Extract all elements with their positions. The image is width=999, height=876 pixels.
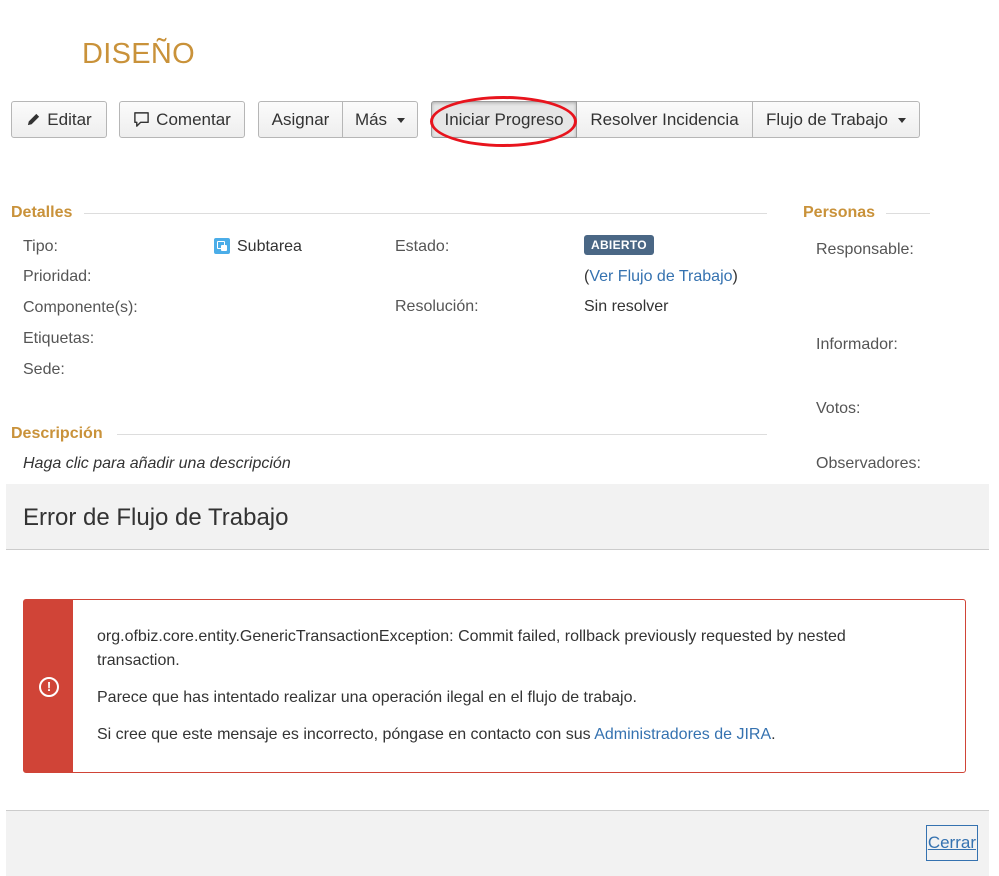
dialog-title: Error de Flujo de Trabajo — [23, 504, 289, 531]
assignee-label: Responsable: — [816, 241, 914, 258]
components-label: Componente(s): — [23, 299, 138, 316]
resolve-issue-button[interactable]: Resolver Incidencia — [577, 101, 753, 138]
chevron-down-icon — [397, 118, 406, 123]
paren-close: ) — [732, 268, 738, 285]
reporter-label: Informador: — [816, 336, 898, 353]
edit-button-label: Editar — [47, 109, 92, 129]
error-message: ! org.ofbiz.core.entity.GenericTransacti… — [23, 599, 966, 773]
site-label: Sede: — [23, 361, 65, 378]
description-placeholder[interactable]: Haga clic para añadir una descripción — [23, 455, 291, 473]
view-workflow-link[interactable]: Ver Flujo de Trabajo — [589, 268, 732, 285]
issue-title: DISEÑO — [82, 38, 195, 70]
resolution-label: Resolución: — [395, 298, 479, 315]
people-divider — [886, 213, 930, 214]
pencil-icon — [28, 113, 40, 126]
jira-admins-link[interactable]: Administradores de JIRA — [594, 726, 771, 743]
people-heading: Personas — [803, 204, 876, 221]
comment-button[interactable]: Comentar — [119, 101, 245, 138]
close-button[interactable]: Cerrar — [925, 825, 978, 861]
votes-label: Votos: — [816, 400, 861, 417]
workflow-dropdown-label: Flujo de Trabajo — [766, 109, 888, 129]
edit-button[interactable]: Editar — [11, 101, 107, 138]
type-value: Subtarea — [237, 238, 302, 255]
dialog-footer: Cerrar — [6, 810, 989, 876]
comment-button-label: Comentar — [156, 109, 231, 129]
details-divider — [84, 213, 767, 214]
description-divider — [117, 434, 767, 435]
error-exception-line1: org.ofbiz.core.entity.GenericTransaction… — [97, 628, 846, 645]
error-contact: Si cree que este mensaje es incorrecto, … — [97, 723, 776, 747]
priority-label: Prioridad: — [23, 268, 92, 285]
status-badge: ABIERTO — [584, 235, 654, 255]
error-illegal-operation: Parece que has intentado realizar una op… — [97, 689, 637, 706]
dialog-header: Error de Flujo de Trabajo — [6, 484, 989, 550]
view-workflow: (Ver Flujo de Trabajo) — [584, 268, 738, 286]
resolution-value: Sin resolver — [584, 298, 669, 315]
assign-button-label: Asignar — [271, 109, 330, 129]
labels-label: Etiquetas: — [23, 330, 95, 347]
start-progress-label: Iniciar Progreso — [444, 109, 564, 129]
description-heading: Descripción — [11, 425, 103, 442]
comment-icon — [134, 112, 149, 127]
resolve-issue-label: Resolver Incidencia — [590, 109, 739, 129]
assign-button[interactable]: Asignar — [258, 101, 343, 138]
contact-suffix: . — [771, 726, 776, 743]
details-heading: Detalles — [11, 204, 73, 221]
contact-prefix: Si cree que este mensaje es incorrecto, … — [97, 726, 595, 743]
status-label: Estado: — [395, 238, 450, 255]
watchers-label: Observadores: — [816, 455, 921, 472]
error-exception-line2: transaction. — [97, 652, 180, 669]
chevron-down-icon — [897, 118, 906, 123]
subtask-icon — [214, 238, 230, 254]
workflow-dropdown[interactable]: Flujo de Trabajo — [753, 101, 920, 138]
error-icon: ! — [39, 677, 59, 697]
start-progress-button[interactable]: Iniciar Progreso — [431, 101, 577, 138]
type-label: Tipo: — [23, 238, 58, 255]
more-dropdown-label: Más — [354, 109, 388, 129]
error-sidebar: ! — [24, 600, 73, 772]
more-dropdown[interactable]: Más — [343, 101, 418, 138]
